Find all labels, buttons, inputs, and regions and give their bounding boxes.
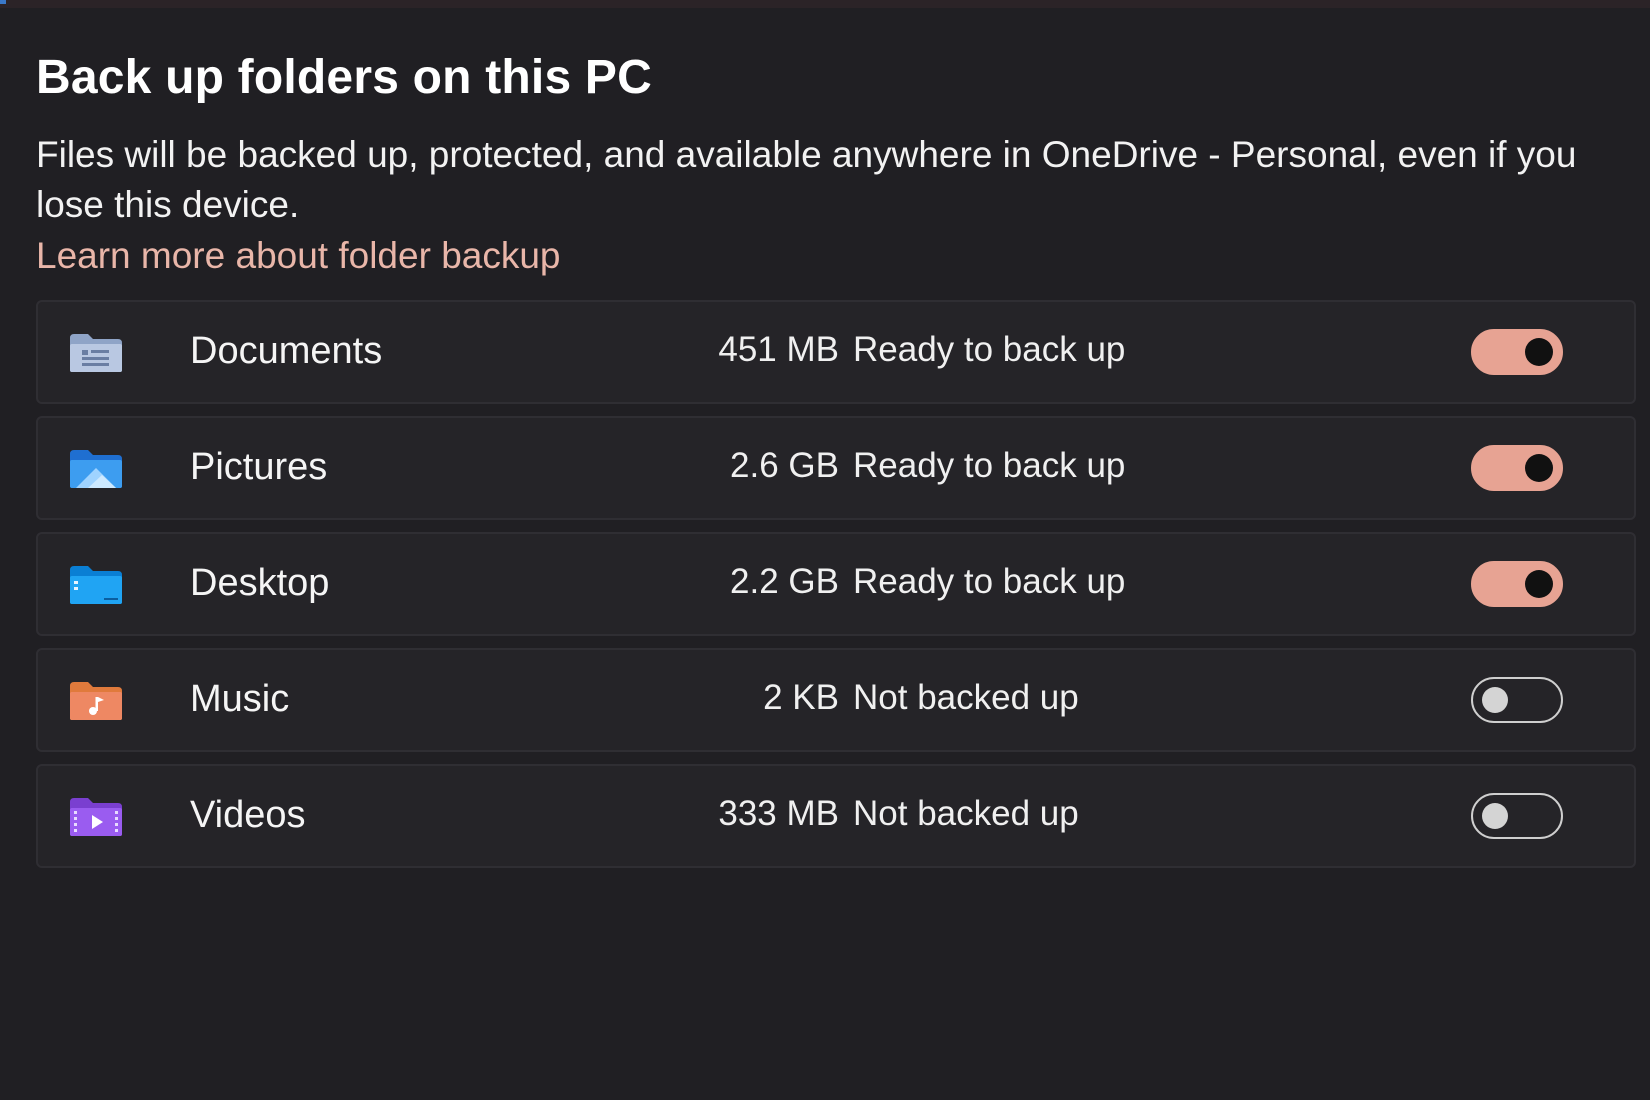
folder-size: 2.2 GB — [730, 562, 839, 601]
learn-more-link[interactable]: Learn more about folder backup — [36, 235, 561, 277]
folder-name: Pictures — [190, 446, 328, 488]
pictures-folder-icon — [68, 448, 124, 490]
folder-row-music: Music 2 KB Not backed up — [36, 648, 1636, 752]
toggle-knob — [1482, 687, 1508, 713]
page-title: Back up folders on this PC — [36, 51, 652, 104]
folder-size: 2.6 GB — [730, 446, 839, 485]
window-top-edge — [0, 0, 1650, 8]
description-text: Files will be backed up, protected, and … — [36, 134, 1577, 225]
backup-toggle-videos[interactable] — [1471, 793, 1563, 839]
backup-toggle-music[interactable] — [1471, 677, 1563, 723]
backup-toggle-documents[interactable] — [1471, 329, 1563, 375]
folder-size: 333 MB — [718, 794, 839, 833]
folder-row-desktop: Desktop 2.2 GB Ready to back up — [36, 532, 1636, 636]
toggle-knob — [1525, 454, 1553, 482]
videos-folder-icon — [68, 796, 124, 838]
folder-list: Documents 451 MB Ready to back up Pictur… — [36, 300, 1636, 880]
window-top-accent — [0, 0, 6, 4]
folder-size: 2 KB — [763, 678, 839, 717]
folder-name: Documents — [190, 330, 383, 372]
folder-status: Ready to back up — [853, 446, 1126, 485]
folder-row-videos: Videos 333 MB Not backed up — [36, 764, 1636, 868]
backup-toggle-desktop[interactable] — [1471, 561, 1563, 607]
folder-size: 451 MB — [718, 330, 839, 369]
backup-toggle-pictures[interactable] — [1471, 445, 1563, 491]
folder-row-pictures: Pictures 2.6 GB Ready to back up — [36, 416, 1636, 520]
toggle-knob — [1525, 570, 1553, 598]
folder-name: Music — [190, 678, 290, 720]
folder-status: Ready to back up — [853, 562, 1126, 601]
toggle-knob — [1482, 803, 1508, 829]
folder-status: Not backed up — [853, 678, 1079, 717]
folder-status: Not backed up — [853, 794, 1079, 833]
music-folder-icon — [68, 680, 124, 722]
folder-name: Desktop — [190, 562, 330, 604]
folder-status: Ready to back up — [853, 330, 1126, 369]
folder-row-documents: Documents 451 MB Ready to back up — [36, 300, 1636, 404]
desktop-folder-icon — [68, 564, 124, 606]
documents-folder-icon — [68, 332, 124, 374]
toggle-knob — [1525, 338, 1553, 366]
folder-name: Videos — [190, 794, 306, 836]
